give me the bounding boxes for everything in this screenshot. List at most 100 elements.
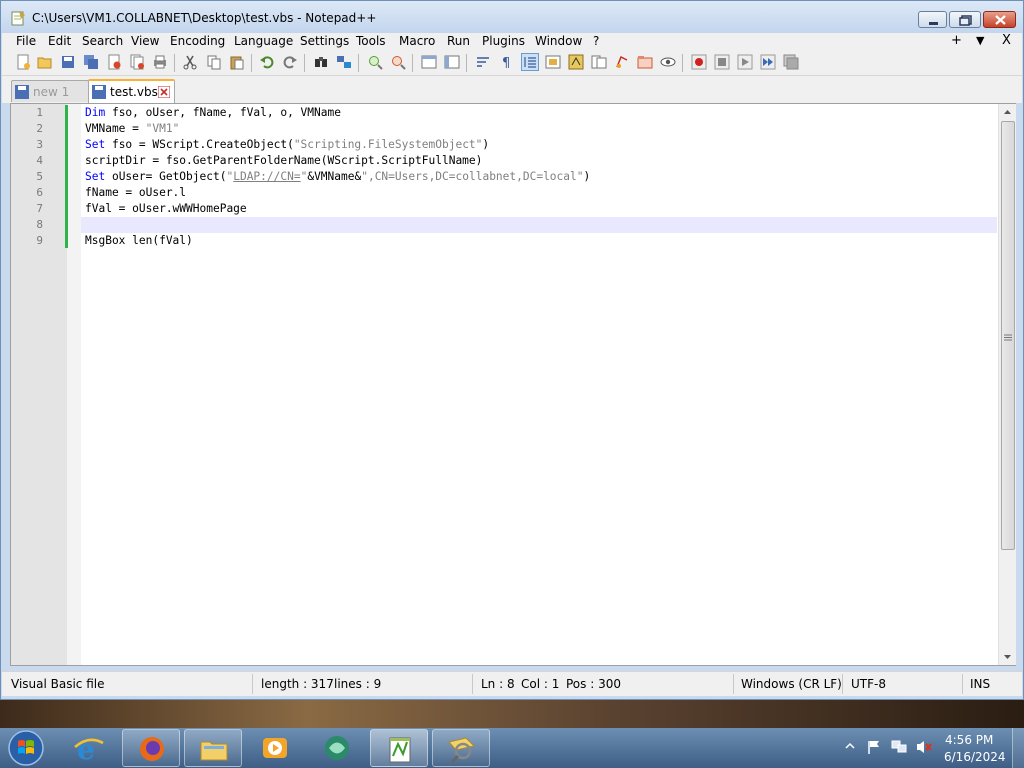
menu-encoding[interactable]: Encoding (170, 34, 225, 48)
scrollbar-thumb[interactable] (1001, 121, 1015, 550)
copy-icon[interactable] (206, 54, 222, 70)
line-number: 3 (36, 138, 43, 151)
folder-workspace-icon[interactable] (614, 54, 630, 70)
volume-muted-icon[interactable] (915, 739, 933, 755)
menu-file[interactable]: File (16, 34, 36, 48)
scroll-down-arrow-icon[interactable] (999, 649, 1016, 665)
tab-new-1[interactable]: new 1 (11, 80, 89, 102)
redo-icon[interactable] (282, 54, 298, 70)
code-token: MsgBox len(fVal) (85, 234, 193, 247)
sync-horizontal-icon[interactable] (444, 54, 460, 70)
clock-time[interactable]: 4:56 PM (945, 733, 993, 747)
line-number: 8 (36, 218, 43, 231)
saved-file-icon (92, 85, 106, 99)
status-position: Pos : 300 (566, 677, 621, 691)
user-language-icon[interactable] (545, 54, 561, 70)
menu-language[interactable]: Language (234, 34, 293, 48)
action-center-flag-icon[interactable] (866, 739, 882, 755)
menu-run[interactable]: Run (447, 34, 470, 48)
tab-list-control[interactable]: ▼ (976, 34, 984, 47)
save-macro-icon[interactable] (783, 54, 799, 70)
menu-settings[interactable]: Settings (300, 34, 349, 48)
taskbar-search-app[interactable] (432, 729, 490, 767)
save-all-icon[interactable] (83, 54, 99, 70)
close-doc-control[interactable]: X (1002, 33, 1011, 48)
close-file-icon[interactable] (106, 54, 122, 70)
open-file-icon[interactable] (37, 54, 53, 70)
playback-macro-icon[interactable] (737, 54, 753, 70)
menu-help[interactable]: ? (593, 34, 599, 48)
status-length: length : 317 (261, 677, 334, 691)
close-button[interactable] (983, 11, 1016, 28)
media-player-icon (263, 738, 287, 758)
code-token: oUser= GetObject( (105, 170, 227, 183)
vertical-scrollbar[interactable] (998, 104, 1016, 665)
close-tab-icon[interactable] (158, 86, 170, 98)
monitoring-icon[interactable] (637, 54, 653, 70)
menu-view[interactable]: View (131, 34, 159, 48)
sync-vertical-icon[interactable] (421, 54, 437, 70)
indent-guide-icon[interactable] (521, 53, 539, 71)
zoom-in-icon[interactable] (367, 54, 383, 70)
menu-bar: File Edit Search View Encoding Language … (2, 33, 1022, 51)
cut-icon[interactable] (182, 54, 198, 70)
menu-macro[interactable]: Macro (399, 34, 435, 48)
clock-date[interactable]: 6/16/2024 (944, 750, 1006, 764)
magnifier-icon (448, 737, 475, 764)
print-icon[interactable] (152, 54, 168, 70)
taskbar-notepad-plus-plus[interactable] (370, 729, 428, 767)
eye-icon[interactable] (660, 54, 676, 70)
record-macro-icon[interactable] (691, 54, 707, 70)
new-file-icon[interactable] (15, 54, 31, 70)
status-insert-mode[interactable]: INS (970, 677, 990, 691)
code-token: VMName = (85, 122, 146, 135)
taskbar-file-explorer[interactable] (184, 729, 242, 767)
toolbar-separator (304, 54, 305, 72)
undo-icon[interactable] (259, 54, 275, 70)
show-all-chars-icon[interactable]: ¶ (498, 54, 514, 70)
code-token: fName = oUser.l (85, 186, 187, 199)
menu-window[interactable]: Window (535, 34, 582, 48)
close-all-icon[interactable] (129, 54, 145, 70)
find-icon[interactable] (313, 54, 329, 70)
tab-test-vbs[interactable]: test.vbs (88, 79, 175, 103)
taskbar-app-swirl[interactable] (308, 729, 366, 767)
show-desktop-button[interactable] (1012, 728, 1024, 768)
taskbar-media-player[interactable] (246, 729, 304, 767)
save-icon[interactable] (60, 54, 76, 70)
network-icon[interactable] (890, 739, 908, 755)
title-bar[interactable]: C:\Users\VM1.COLLABNET\Desktop\test.vbs … (1, 1, 1023, 33)
stop-recording-icon[interactable] (714, 54, 730, 70)
code-editor[interactable]: 1 2 3 4 5 6 7 8 9 Dim fso, oUser, fName, fVal, o… (10, 103, 1016, 666)
status-separator (733, 674, 734, 694)
document-map-icon[interactable] (591, 54, 607, 70)
code-token: ) (482, 138, 490, 151)
taskbar-firefox[interactable] (122, 729, 180, 767)
svg-text:¶: ¶ (502, 56, 510, 70)
show-hidden-icons-icon[interactable] (845, 741, 855, 751)
new-tab-control[interactable]: + (951, 33, 962, 48)
status-encoding[interactable]: UTF-8 (851, 677, 886, 691)
code-line: Set oUser= GetObject("LDAP://CN="&VMName… (85, 170, 590, 183)
minimize-button[interactable] (918, 11, 947, 28)
current-line-highlight (81, 217, 997, 233)
taskbar-internet-explorer[interactable]: e (60, 729, 118, 767)
scroll-up-arrow-icon[interactable] (999, 104, 1016, 120)
maximize-button[interactable] (949, 11, 981, 28)
menu-edit[interactable]: Edit (48, 34, 71, 48)
line-number: 1 (36, 106, 43, 119)
start-button-icon[interactable] (5, 729, 45, 767)
menu-search[interactable]: Search (82, 34, 123, 48)
replace-icon[interactable] (336, 54, 352, 70)
zoom-out-icon[interactable] (390, 54, 406, 70)
run-macro-multiple-icon[interactable] (760, 54, 776, 70)
minimize-icon (929, 22, 938, 25)
status-eol-format[interactable]: Windows (CR LF) (741, 677, 842, 691)
toolbar: ¶ (2, 51, 1022, 76)
word-wrap-icon[interactable] (475, 54, 491, 70)
function-list-icon[interactable] (568, 54, 584, 70)
menu-plugins[interactable]: Plugins (482, 34, 525, 48)
paste-icon[interactable] (229, 54, 245, 70)
menu-tools[interactable]: Tools (356, 34, 386, 48)
notepadpp-app-icon (11, 11, 25, 26)
